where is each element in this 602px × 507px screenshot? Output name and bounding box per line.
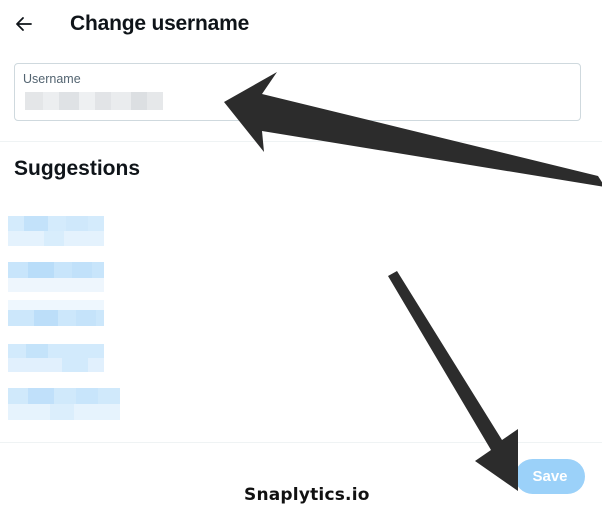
annotation-arrow-2	[388, 271, 518, 491]
username-field[interactable]: Username	[14, 63, 581, 121]
suggestions-heading: Suggestions	[14, 157, 141, 180]
suggestion-item-5[interactable]	[6, 388, 121, 422]
page-header: Change username	[0, 0, 602, 52]
back-button[interactable]	[10, 10, 38, 38]
suggestion-item-2[interactable]	[6, 262, 121, 296]
watermark-text: Snaplytics.io	[244, 485, 370, 505]
username-field-label: Username	[23, 72, 81, 86]
suggestion-item-1[interactable]	[6, 214, 121, 248]
section-divider	[0, 141, 602, 142]
username-value-redacted[interactable]	[23, 90, 163, 112]
arrow-left-icon	[16, 17, 32, 31]
footer-divider	[0, 442, 602, 443]
save-button[interactable]: Save	[515, 459, 585, 494]
page-title: Change username	[70, 12, 250, 35]
suggestion-item-4[interactable]	[6, 342, 121, 376]
suggestion-item-3[interactable]	[6, 300, 121, 334]
